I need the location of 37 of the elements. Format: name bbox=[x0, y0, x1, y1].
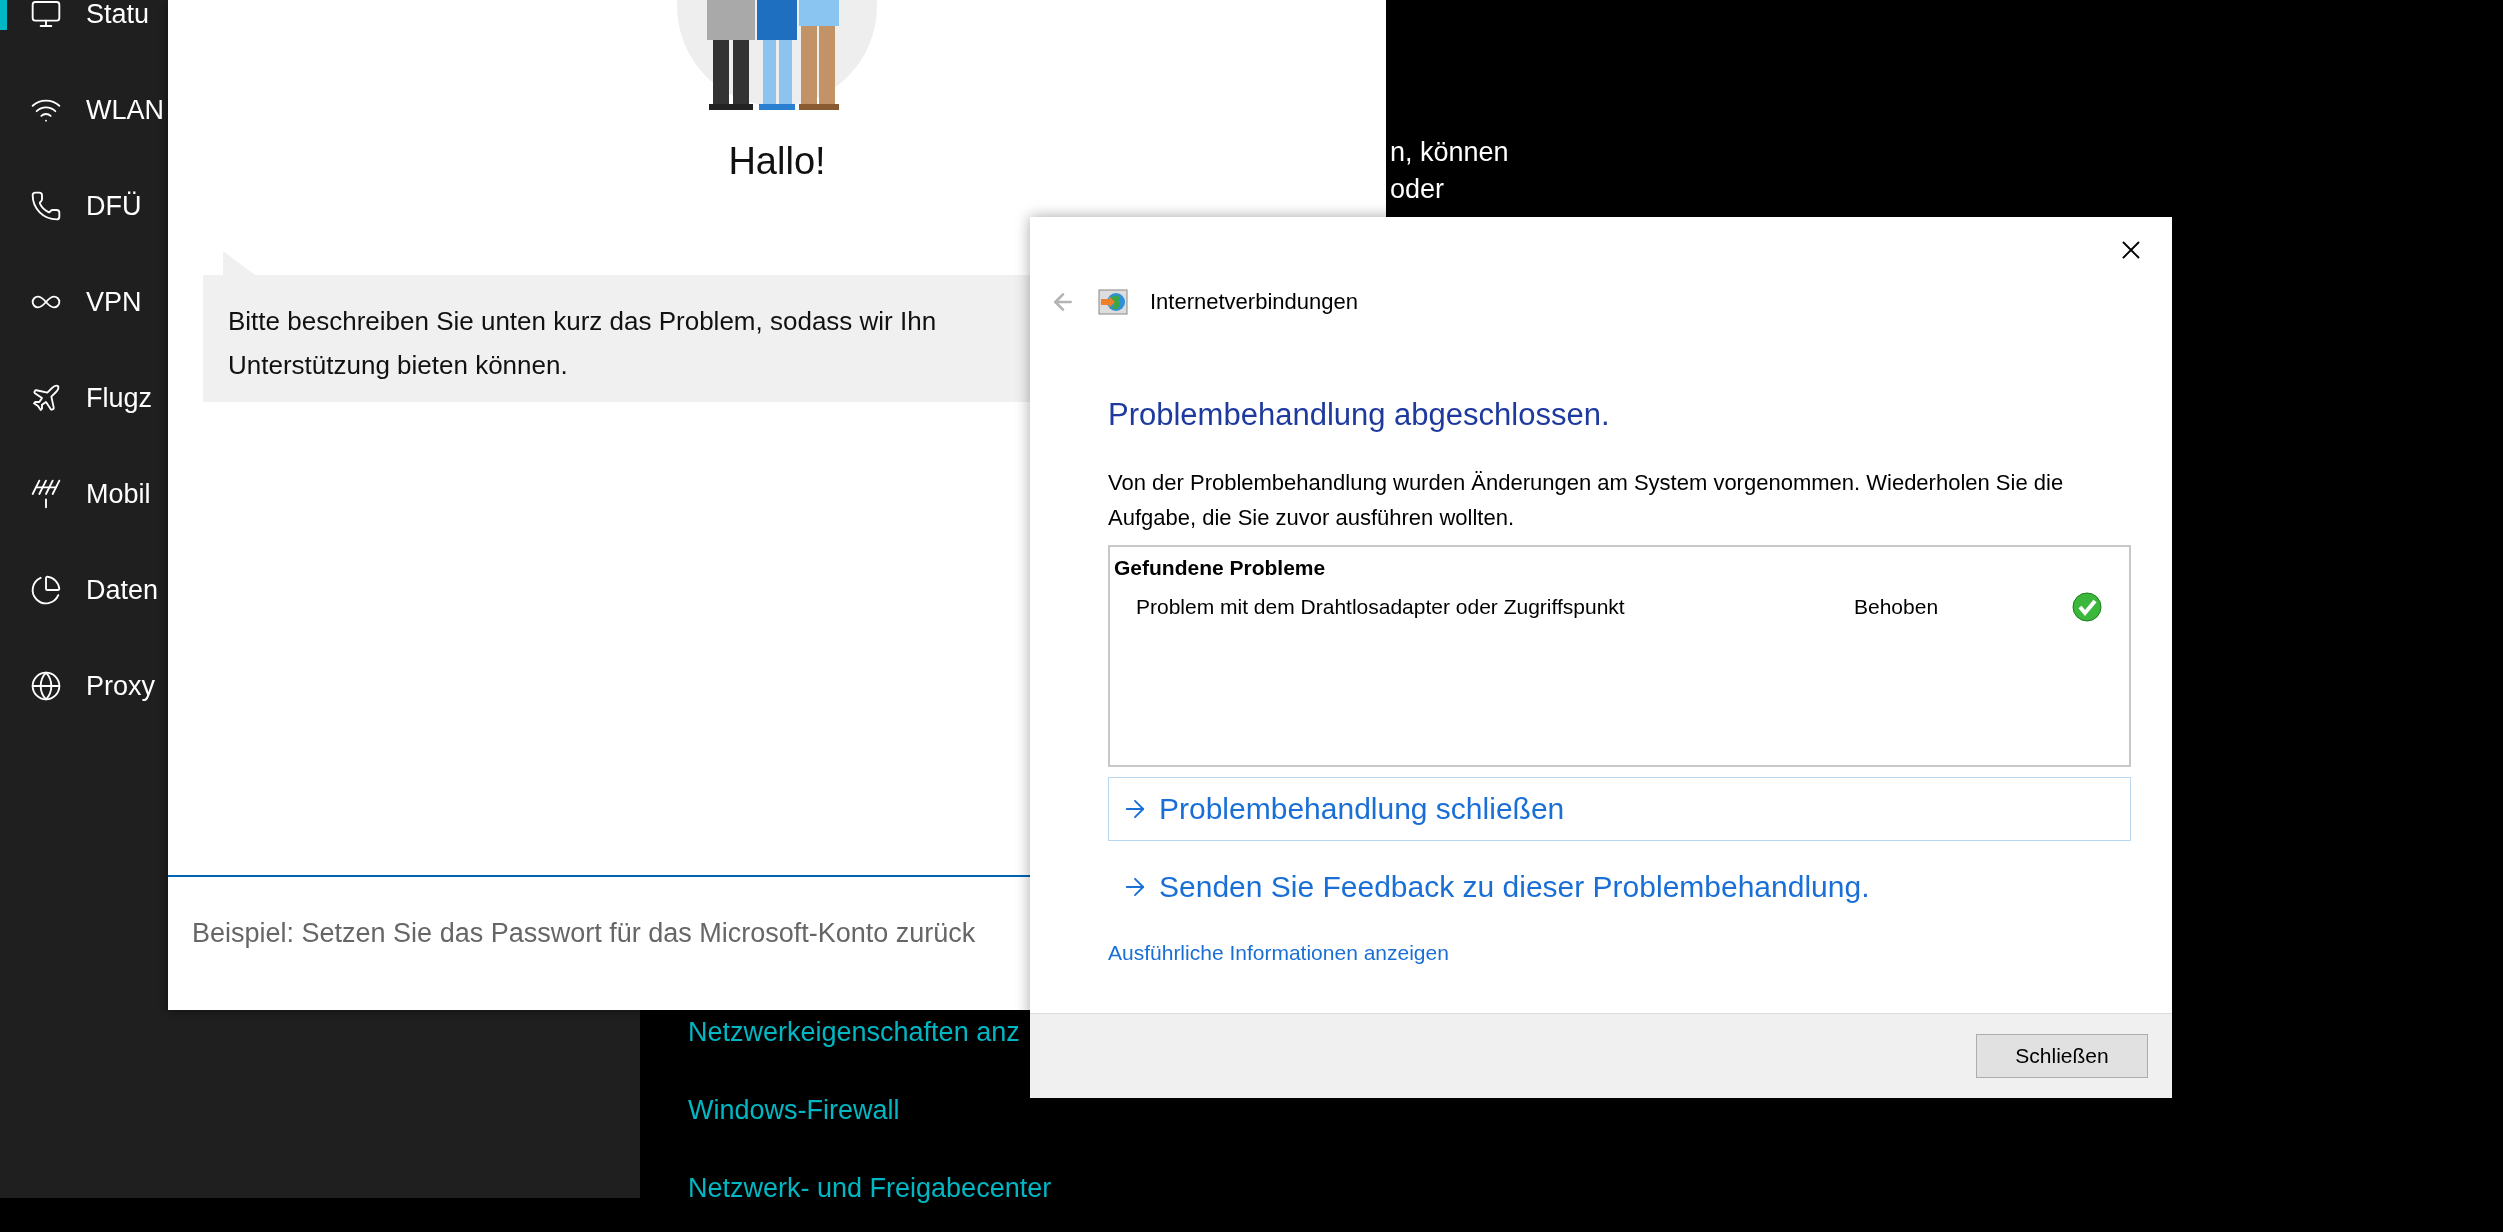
message-text: Bitte beschreiben Sie unten kurz das Problem, sodass wir Ihn bbox=[228, 305, 937, 338]
nav-label: WLAN bbox=[86, 94, 164, 126]
globe-icon bbox=[30, 670, 62, 702]
body-text: n, können bbox=[1390, 137, 1509, 168]
settings-link[interactable]: Windows-Firewall bbox=[688, 1094, 1052, 1126]
nav-label: VPN bbox=[86, 286, 142, 318]
nav-item[interactable]: Flugz bbox=[0, 350, 168, 446]
network-globe-icon bbox=[1098, 289, 1128, 315]
settings-link[interactable]: Netzwerk- und Freigabecenter bbox=[688, 1172, 1052, 1204]
description-text: Von der Problembehandlung wurden Änderungen am System vorgenommen. Wiederholen Sie die Aufgabe, die Sie zuvor ausführen wollten. bbox=[1108, 469, 2065, 532]
list-header: Gefundene Probleme bbox=[1114, 555, 1327, 581]
plane-icon bbox=[30, 382, 62, 414]
action-link[interactable]: Problembehandlung schließen bbox=[1108, 777, 2131, 841]
problem-name: Problem mit dem Drahtlosadapter oder Zugriffspunkt bbox=[1136, 595, 1626, 619]
nav-label: Daten bbox=[86, 574, 159, 606]
greeting: Hallo! bbox=[728, 139, 826, 184]
dialog-heading: Problembehandlung abgeschlossen. bbox=[1108, 396, 1611, 434]
body-text: oder bbox=[1390, 174, 1445, 205]
nav-item[interactable]: WLAN bbox=[0, 62, 168, 158]
nav-label: Statu bbox=[86, 0, 150, 30]
message-text: Unterstützung bieten können. bbox=[228, 349, 568, 382]
dialog-title: Internetverbindungen bbox=[1150, 289, 1358, 315]
nav-item[interactable]: DFÜ bbox=[0, 158, 168, 254]
nav-label: Mobil bbox=[86, 478, 151, 510]
nav-item[interactable]: Daten bbox=[0, 542, 168, 638]
nav-item[interactable]: Mobil bbox=[0, 446, 168, 542]
phone-icon bbox=[30, 190, 62, 222]
nav-label: Proxy bbox=[86, 670, 156, 702]
nav-item[interactable]: VPN bbox=[0, 254, 168, 350]
nav-item[interactable]: Statu bbox=[0, 0, 168, 62]
nav-item[interactable]: Proxy bbox=[0, 638, 168, 734]
pie-chart-icon bbox=[30, 574, 62, 606]
close-dialog-button[interactable]: Schließen bbox=[1976, 1034, 2148, 1078]
nav-label: Flugz bbox=[86, 382, 153, 414]
problem-status: Behoben bbox=[1854, 595, 1940, 619]
monitor-icon bbox=[30, 0, 62, 30]
nav-label: DFÜ bbox=[86, 190, 142, 222]
